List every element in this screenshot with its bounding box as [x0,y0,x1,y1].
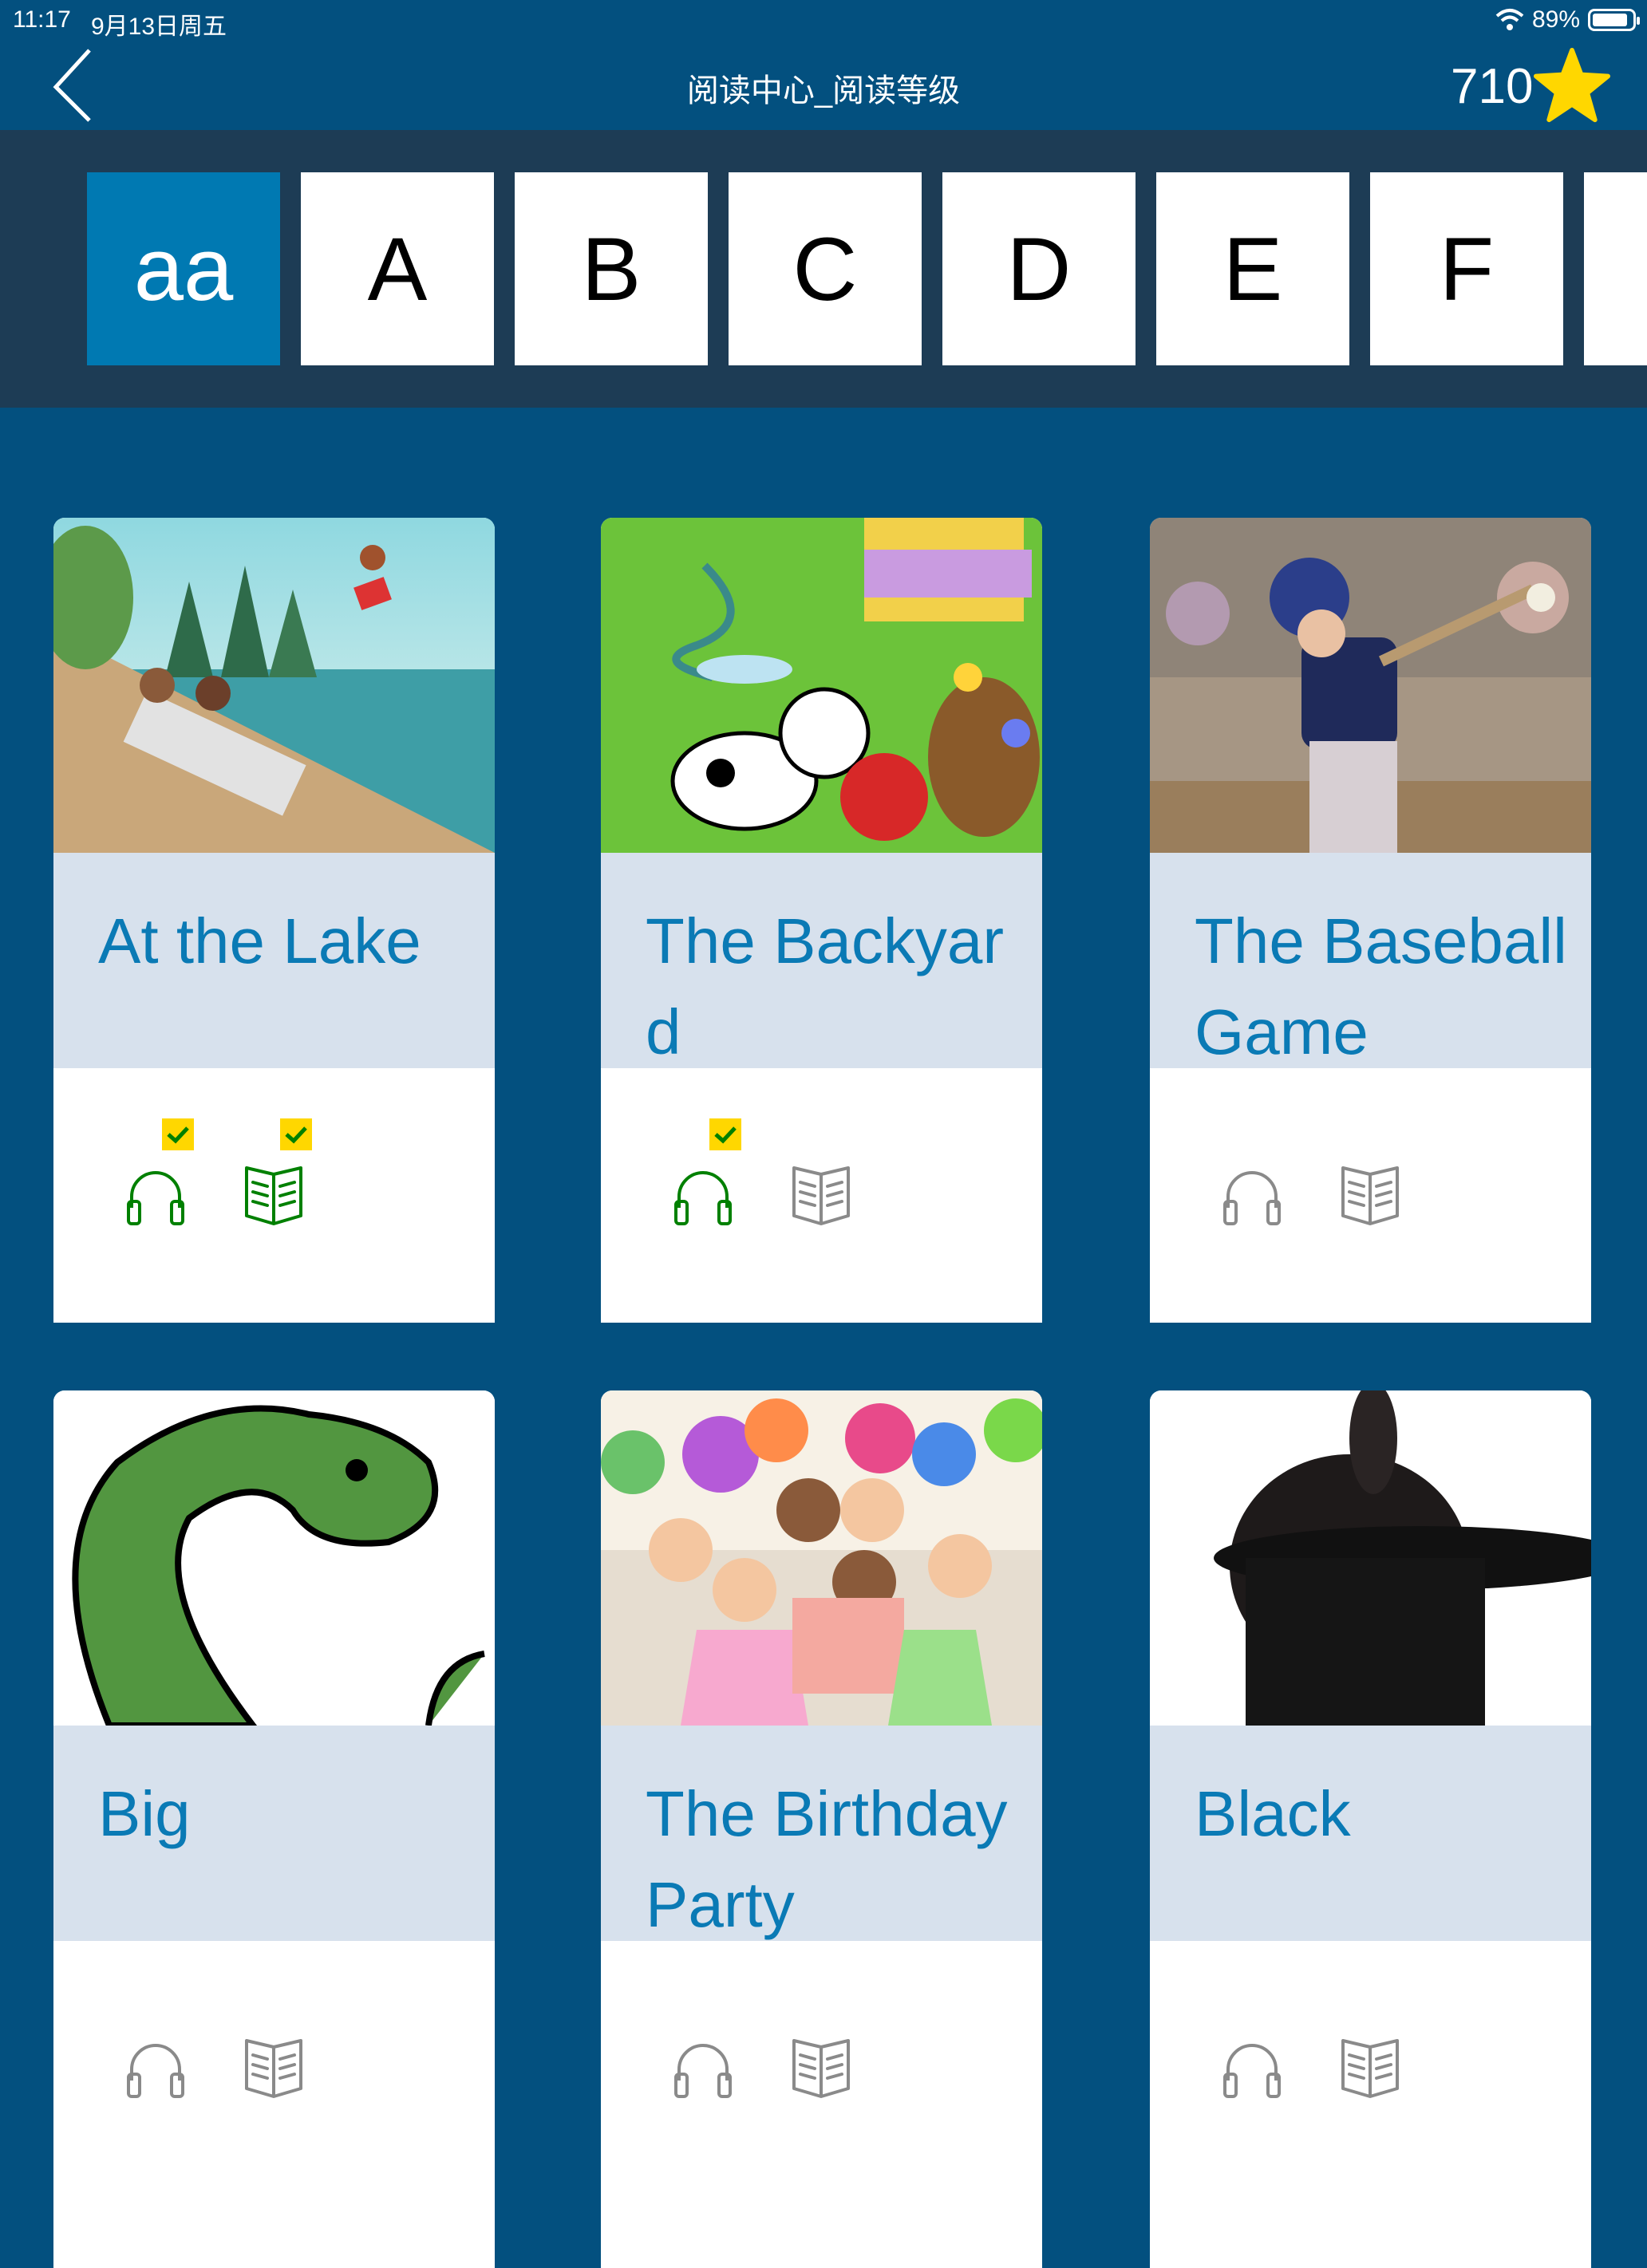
status-bar: 11:17 9月13日周五 89% [0,0,1647,42]
book-cover-image[interactable] [1150,1390,1591,1726]
status-time: 11:17 [13,6,71,33]
book-card[interactable]: Black [1150,1390,1591,2268]
page-title: 阅读中心_阅读等级 [686,73,961,108]
nav-bar: 阅读中心_阅读等级 710 [0,42,1647,130]
headphones-icon[interactable] [673,1118,741,1227]
level-tile-next[interactable] [1584,172,1647,365]
book-actions [53,1068,495,1323]
book-actions [1150,1068,1591,1323]
book-title[interactable]: Black [1150,1726,1591,1941]
star-icon [1534,47,1610,123]
book-title[interactable]: The Backyard [601,853,1042,1068]
book-cover-image[interactable] [53,1390,495,1726]
level-tile-aa[interactable]: aa [87,172,280,365]
book-actions [1150,1941,1591,2195]
book-title[interactable]: At the Lake [53,853,495,1068]
book-title[interactable]: Big [53,1726,495,1941]
level-tile-e[interactable]: E [1156,172,1349,365]
headphones-icon[interactable] [125,2039,186,2100]
book-cover-image[interactable] [1150,518,1591,853]
level-selector: aa A B C D E F [0,130,1647,408]
status-date: 9月13日周五 [91,14,227,40]
level-tile-a[interactable]: A [301,172,494,365]
headphones-icon[interactable] [673,2039,733,2100]
check-icon [280,1118,312,1150]
score-value: 710 [1451,59,1534,114]
wifi-icon [1495,9,1524,30]
battery-icon [1588,9,1640,31]
open-book-icon[interactable] [791,1166,851,1227]
book-card[interactable]: Big [53,1390,495,2268]
book-cover-image[interactable] [601,1390,1042,1726]
open-book-icon[interactable] [243,1118,312,1227]
book-cover-image[interactable] [601,518,1042,853]
open-book-icon[interactable] [243,2039,304,2100]
book-actions [601,1068,1042,1323]
check-icon [709,1118,741,1150]
check-icon [162,1118,194,1150]
level-tile-c[interactable]: C [729,172,922,365]
open-book-icon[interactable] [1340,1166,1400,1227]
open-book-icon[interactable] [791,2039,851,2100]
book-title[interactable]: The Baseball Game [1150,853,1591,1068]
level-tile-b[interactable]: B [515,172,708,365]
level-tile-d[interactable]: D [942,172,1136,365]
book-title[interactable]: The Birthday Party [601,1726,1042,1941]
book-card[interactable]: The Birthday Party [601,1390,1042,2268]
headphones-icon[interactable] [1222,2039,1282,2100]
book-card[interactable]: The Backyard [601,518,1042,1323]
book-cover-image[interactable] [53,518,495,853]
open-book-icon[interactable] [1340,2039,1400,2100]
book-actions [601,1941,1042,2195]
book-actions [53,1941,495,2195]
level-tile-f[interactable]: F [1370,172,1563,365]
headphones-icon[interactable] [125,1118,194,1227]
book-card[interactable]: At the Lake [53,518,495,1323]
headphones-icon[interactable] [1222,1166,1282,1227]
book-card[interactable]: The Baseball Game [1150,518,1591,1323]
battery-percent: 89% [1531,6,1580,33]
